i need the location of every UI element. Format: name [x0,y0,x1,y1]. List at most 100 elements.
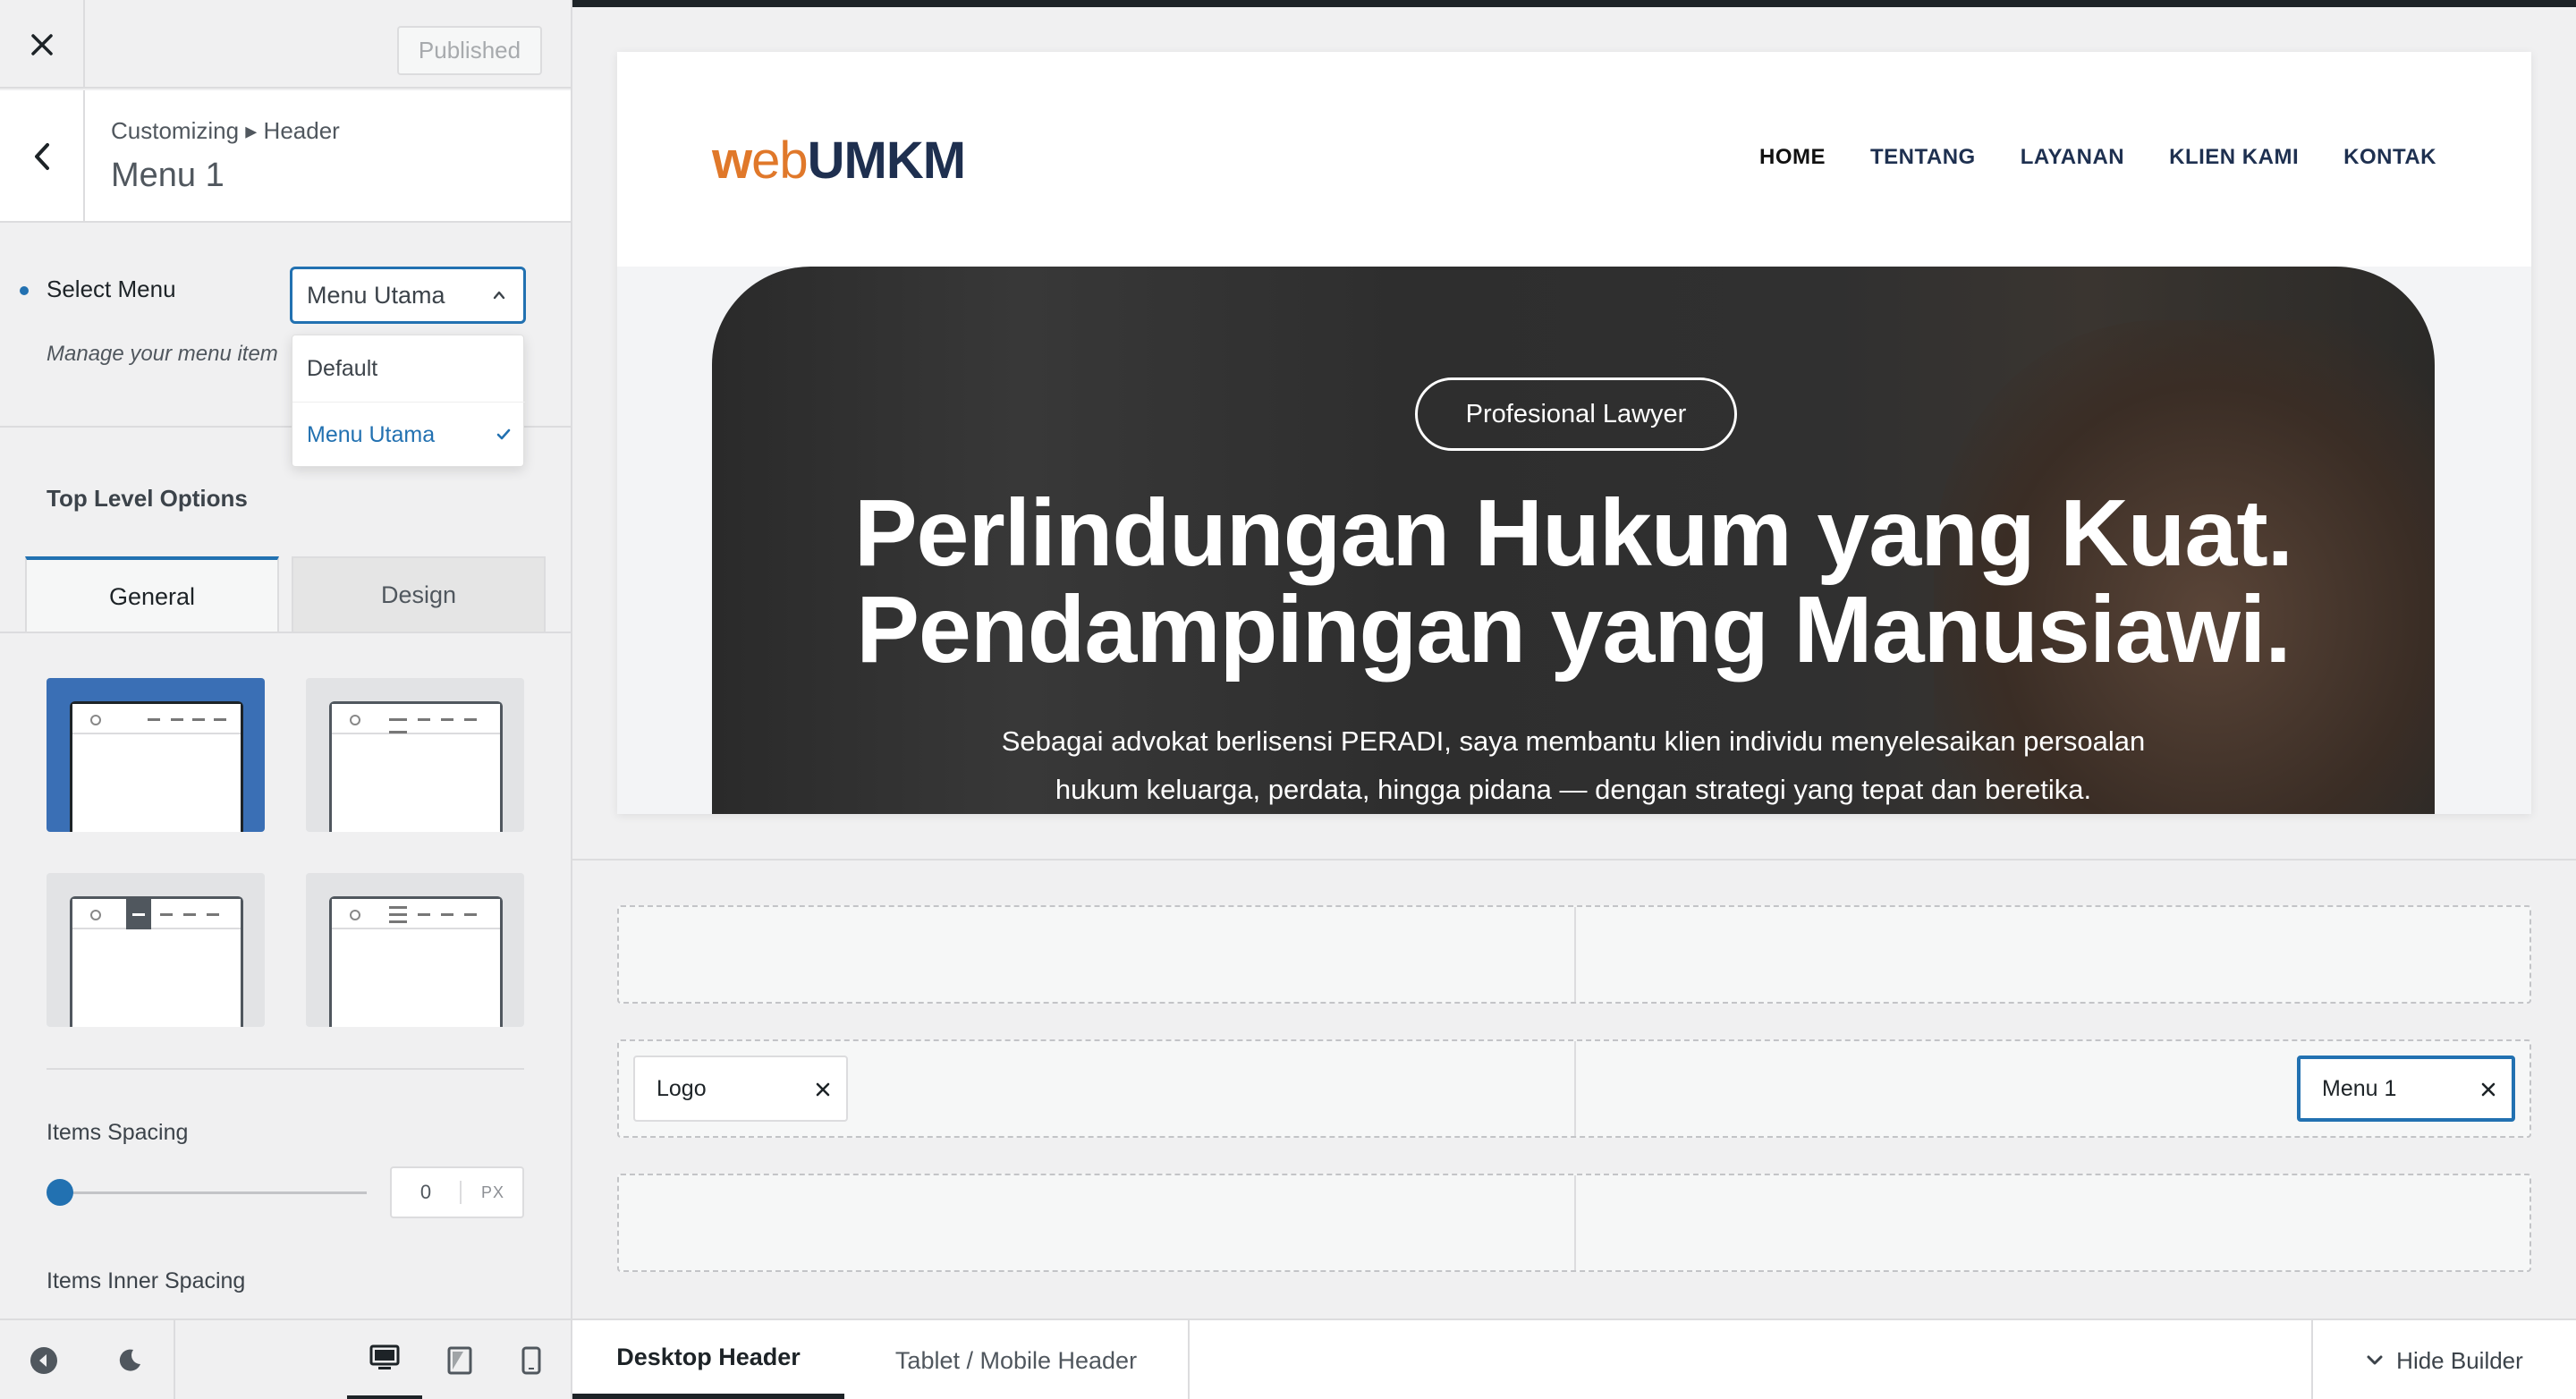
select-menu-description: Manage your menu item [47,342,278,366]
site-logo[interactable]: webUMKM [712,131,966,191]
menu-dash [441,913,453,916]
layout-option-3[interactable] [47,873,265,1027]
items-inner-spacing-label: Items Inner Spacing [47,1268,246,1293]
collapse-sidebar-button[interactable] [21,1320,66,1399]
logo-chip-label: Logo [657,1075,707,1101]
menu-1-chip-label: Menu 1 [2322,1075,2397,1101]
logo-w: w [712,131,752,190]
menu-dash [418,913,430,916]
preview-tablet-button[interactable] [438,1320,481,1399]
remove-icon[interactable] [816,1082,830,1097]
published-button[interactable]: Published [397,26,542,75]
menu-1-chip[interactable]: Menu 1 [2297,1056,2515,1122]
options-tabs: General Design [25,556,546,633]
option-label: Menu Utama [307,422,436,447]
logo-mark-icon [90,910,101,920]
hide-builder-label: Hide Builder [2396,1346,2523,1374]
chevron-left-icon [34,143,49,170]
nav-item-home[interactable]: HOME [1759,145,1826,170]
select-menu-dropdown[interactable]: Menu Utama [290,267,526,324]
items-spacing-label: Items Spacing [47,1120,189,1145]
hero-description: Sebagai advokat berlisensi PERADI, saya … [936,717,2211,814]
layout-preview-bar [72,704,241,734]
menu-dash [464,718,477,721]
hero-description-line-2: hukum keluarga, perdata, hingga pidana —… [1055,774,2092,805]
menu-dash [171,718,183,721]
builder-column-separator [1574,907,1576,1002]
checkmark-icon [496,428,511,440]
footer-separator [174,1320,175,1399]
menu-underline [389,731,407,733]
menu-dash [441,718,453,721]
dark-mode-toggle[interactable] [107,1320,152,1399]
builder-row-main[interactable]: Logo Menu 1 [617,1039,2531,1138]
preview-mobile-button[interactable] [513,1320,549,1399]
items-spacing-slider-handle[interactable] [47,1179,73,1206]
section-heading: Customizing ▸ Header Menu 1 [0,90,571,223]
hero-badge: Profesional Lawyer [1415,377,1737,451]
collapse-arrow-icon [30,1347,57,1374]
logo-mark-icon [90,715,101,725]
nav-item-layanan[interactable]: LAYANAN [2021,145,2124,170]
layout-preview [329,896,503,1027]
moon-icon [119,1349,140,1371]
menu-dash [464,913,477,916]
input-separator [460,1181,462,1204]
select-menu-options: Default Menu Utama [292,335,525,468]
nav-item-kontak[interactable]: KONTAK [2343,145,2436,170]
items-spacing-slider-track[interactable] [57,1191,367,1194]
chevron-down-icon [2367,1355,2383,1365]
layout-preview [329,701,503,832]
hide-builder-button[interactable]: Hide Builder [2311,1320,2576,1399]
items-spacing-unit[interactable]: PX [463,1168,522,1217]
tab-tablet-mobile-header[interactable]: Tablet / Mobile Header [844,1320,1190,1399]
builder-divider [572,859,2576,861]
layout-option-4[interactable] [306,873,524,1027]
layout-preview [70,896,243,1027]
menu-dash [418,718,430,721]
builder-row-bottom[interactable] [617,1174,2531,1272]
site-navigation: HOME TENTANG LAYANAN KLIEN KAMI KONTAK [1759,145,2436,170]
tab-design[interactable]: Design [292,556,546,633]
nav-item-tentang[interactable]: TENTANG [1870,145,1976,170]
layout-preview-bar [332,704,500,734]
layout-preview-bar [72,899,241,929]
layout-preview-bar [332,899,500,929]
close-customizer-button[interactable] [0,0,85,89]
preview-desktop-button[interactable] [347,1320,422,1399]
option-default[interactable]: Default [292,335,525,402]
logo-chip[interactable]: Logo [633,1056,848,1122]
tab-general[interactable]: General [25,556,279,633]
mobile-icon [521,1346,541,1375]
builder-row-top[interactable] [617,905,2531,1004]
menu-overline [389,906,407,909]
hero-section: Profesional Lawyer Perlindungan Hukum ya… [712,267,2435,814]
chevron-up-icon [493,291,505,300]
back-button[interactable] [0,90,85,223]
divider [47,1068,524,1070]
hero-description-line-1: Sebagai advokat berlisensi PERADI, saya … [1001,725,2146,757]
menu-dash [207,913,219,916]
breadcrumb: Customizing ▸ Header [111,117,340,144]
nav-item-klien-kami[interactable]: KLIEN KAMI [2169,145,2299,170]
items-spacing-input[interactable]: 0 PX [390,1166,524,1218]
tabs-divider [0,632,571,633]
hero-headline-line-2: Pendampingan yang Manusiawi. [856,577,2292,683]
menu-dash [214,718,226,721]
items-spacing-value[interactable]: 0 [392,1168,460,1217]
logo-eb: eb [751,131,809,190]
layout-option-2[interactable] [306,678,524,832]
select-menu-label: Select Menu [47,276,176,302]
close-icon [30,33,53,55]
menu-dash [389,913,407,916]
option-menu-utama[interactable]: Menu Utama [292,402,525,468]
layout-option-1[interactable] [47,678,265,832]
sidebar-footer [0,1318,571,1399]
hero-headline: Perlindungan Hukum yang Kuat. Pendamping… [712,485,2435,678]
layout-preview [70,701,243,832]
tab-desktop-header[interactable]: Desktop Header [572,1320,844,1399]
menu-dash [389,718,407,721]
remove-icon[interactable] [2481,1082,2496,1097]
sidebar-header: Published [0,0,571,89]
logo-mark-icon [350,910,360,920]
